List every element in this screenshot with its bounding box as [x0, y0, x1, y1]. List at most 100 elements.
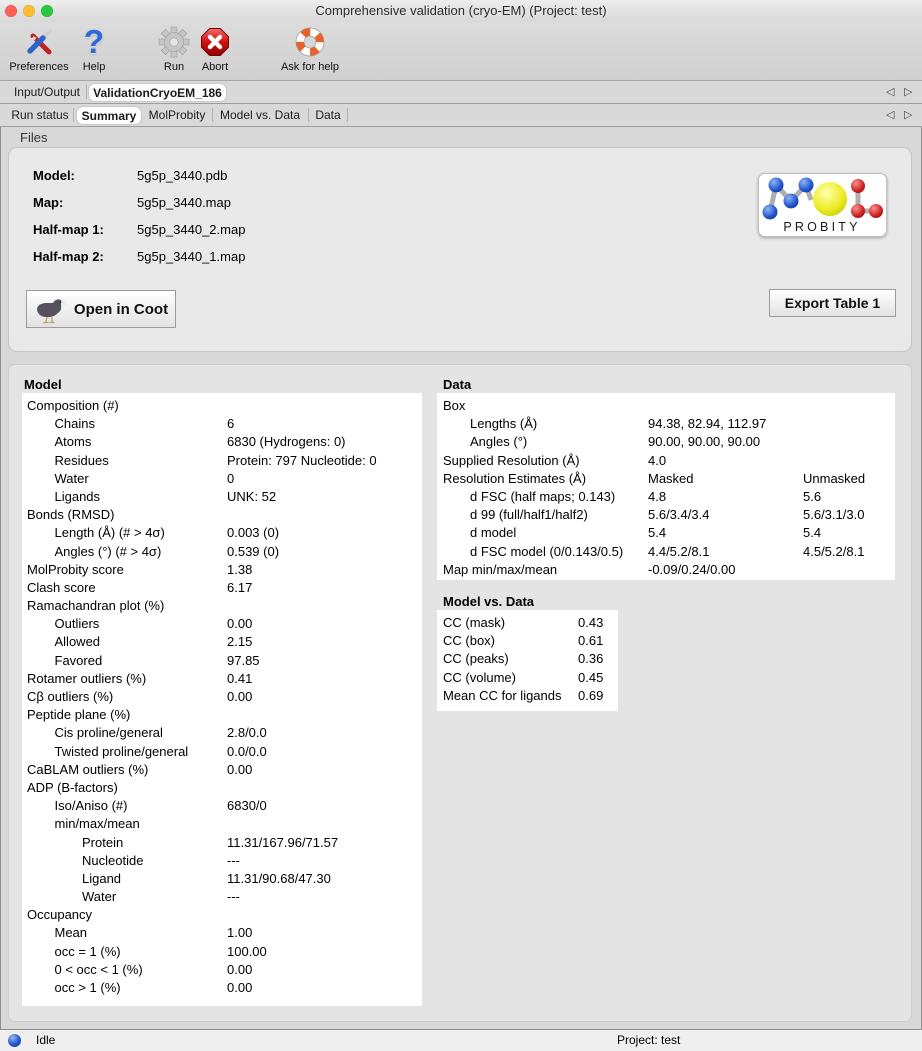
stat-value: 5.4 — [648, 524, 666, 542]
data-stat-row: Box — [437, 397, 895, 415]
tab-scroll-right-icon[interactable]: ▷ — [904, 81, 912, 103]
export-table-1-label: Export Table 1 — [785, 295, 880, 311]
stat-value: -0.09/0.24/0.00 — [648, 561, 735, 579]
stat-value: --- — [227, 852, 240, 870]
stat-label: d FSC (half maps; 0.143) — [437, 488, 615, 506]
model-vs-data-section-title: Model vs. Data — [443, 594, 534, 609]
stat-label: Clash score — [22, 579, 96, 597]
data-stat-row: d 99 (full/half1/half2)5.6/3.4/3.45.6/3.… — [437, 506, 895, 524]
model-stat-row: Allowed2.15 — [22, 633, 422, 651]
model-stat-row: Ligand 11.31/90.68/47.30 — [22, 870, 422, 888]
model-stat-row: Residues Protein: 797 Nucleotide: 0 — [22, 452, 422, 470]
stat-value: 97.85 — [227, 652, 260, 670]
model-stat-row: Iso/Aniso (#)6830/0 — [22, 797, 422, 815]
model-stat-row: Water0 — [22, 470, 422, 488]
tab-data[interactable]: Data — [310, 104, 346, 126]
model-stat-row: Occupancy — [22, 906, 422, 924]
stat-label: ADP (B-factors) — [22, 779, 118, 797]
stat-label: Twisted proline/general — [22, 743, 188, 761]
model-stat-row: Nucleotide--- — [22, 852, 422, 870]
tab-scroll-left-icon[interactable]: ◁ — [886, 81, 894, 103]
stat-value: 2.8/0.0 — [227, 724, 267, 742]
stat-value: 0.61 — [578, 632, 603, 650]
stat-label: Ligand — [22, 870, 121, 888]
help-button[interactable]: ? Help — [78, 24, 110, 78]
tab-run-status[interactable]: Run status — [8, 104, 72, 126]
stat-label: Rotamer outliers (%) — [22, 670, 146, 688]
stat-label: Residues — [22, 452, 109, 470]
mvd-stat-row: CC (mask)0.43 — [437, 614, 618, 632]
tab-input-output[interactable]: Input/Output — [8, 81, 86, 103]
stat-label: Angles (°) (# > 4σ) — [22, 543, 161, 561]
stat-value: 5.6 — [803, 488, 821, 506]
status-sphere-icon — [8, 1034, 21, 1047]
app-window: Comprehensive validation (cryo-EM) (Proj… — [0, 0, 922, 1051]
stat-label: 0 < occ < 1 (%) — [22, 961, 143, 979]
stat-value: 6830/0 — [227, 797, 267, 815]
stat-label: min/max/mean — [22, 815, 140, 833]
stop-x-icon — [200, 24, 230, 60]
model-stat-row: Cβ outliers (%)0.00 — [22, 688, 422, 706]
tab-validationcryoem-186[interactable]: ValidationCryoEM_186 — [88, 83, 227, 102]
tab-model-vs-data[interactable]: Model vs. Data — [214, 104, 306, 126]
model-stat-row: MolProbity score1.38 — [22, 561, 422, 579]
stat-label: CC (volume) — [437, 669, 516, 687]
stat-value: Protein: 797 Nucleotide: 0 — [227, 452, 377, 470]
tab-scroll-right-icon[interactable]: ▷ — [904, 104, 912, 126]
stat-value: 0.45 — [578, 669, 603, 687]
stat-value: 0.41 — [227, 670, 252, 688]
question-mark-icon: ? — [84, 24, 104, 60]
stat-label: Peptide plane (%) — [22, 706, 130, 724]
model-stat-row: Outliers0.00 — [22, 615, 422, 633]
open-in-coot-label: Open in Coot — [74, 301, 168, 318]
map-file-label: Map: — [33, 195, 63, 210]
stat-label: Composition (#) — [22, 397, 119, 415]
stat-value: 4.0 — [648, 452, 666, 470]
status-bar: Idle Project: test — [0, 1029, 922, 1051]
ask-for-help-label: Ask for help — [281, 61, 339, 73]
tab-molprobity[interactable]: MolProbity — [144, 104, 210, 126]
model-vs-data-stats-table: CC (mask)0.43CC (box)0.61CC (peaks)0.36C… — [437, 610, 618, 711]
outer-tab-bar: Input/Output ValidationCryoEM_186 ◁ ▷ — [0, 81, 922, 104]
run-button[interactable]: Run — [156, 24, 192, 78]
stat-value: 5.4 — [803, 524, 821, 542]
data-stat-row: Resolution Estimates (Å)MaskedUnmasked — [437, 470, 895, 488]
stat-value: 0.00 — [227, 961, 252, 979]
abort-button[interactable]: Abort — [194, 24, 236, 78]
stat-label: Supplied Resolution (Å) — [437, 452, 580, 470]
tools-icon — [23, 24, 55, 60]
tab-summary[interactable]: Summary — [76, 106, 142, 125]
preferences-button[interactable]: Preferences — [2, 24, 76, 78]
stat-value: 11.31/90.68/47.30 — [227, 870, 331, 888]
stat-label: d model — [437, 524, 516, 542]
open-in-coot-button[interactable]: Open in Coot — [26, 290, 176, 328]
data-section-title: Data — [443, 377, 471, 392]
export-table-1-button[interactable]: Export Table 1 — [769, 289, 896, 317]
data-stat-row: d FSC (half maps; 0.143)4.85.6 — [437, 488, 895, 506]
model-stat-row: Rotamer outliers (%) 0.41 — [22, 670, 422, 688]
model-section-title: Model — [24, 377, 62, 392]
half-map-1-value: 5g5p_3440_2.map — [137, 222, 245, 237]
half-map-2-value: 5g5p_3440_1.map — [137, 249, 245, 264]
molprobity-wordmark: PROBITY — [783, 220, 860, 234]
stat-value: 4.5/5.2/8.1 — [803, 543, 864, 561]
run-label: Run — [164, 61, 184, 73]
stat-label: Resolution Estimates (Å) — [437, 470, 586, 488]
stat-label: Occupancy — [22, 906, 92, 924]
model-stat-row: min/max/mean — [22, 815, 422, 833]
stat-value: 0.00 — [227, 761, 252, 779]
stat-label: Length (Å) (# > 4σ) — [22, 524, 165, 542]
model-stat-row: Favored97.85 — [22, 652, 422, 670]
stat-label: Water — [22, 888, 116, 906]
stat-label: Ligands — [22, 488, 100, 506]
tab-scroll-left-icon[interactable]: ◁ — [886, 104, 894, 126]
stat-value: 5.6/3.4/3.4 — [648, 506, 709, 524]
mvd-stat-row: Mean CC for ligands0.69 — [437, 687, 618, 705]
toolbar: Preferences ? Help — [0, 22, 922, 81]
stat-value: Unmasked — [803, 470, 865, 488]
stat-label: CC (box) — [437, 632, 495, 650]
model-stat-row: Peptide plane (%) — [22, 706, 422, 724]
abort-label: Abort — [202, 61, 228, 73]
model-stats-table: Composition (#)Chains6Atoms6830 (Hydroge… — [22, 393, 422, 1006]
ask-for-help-button[interactable]: Ask for help — [275, 24, 345, 78]
